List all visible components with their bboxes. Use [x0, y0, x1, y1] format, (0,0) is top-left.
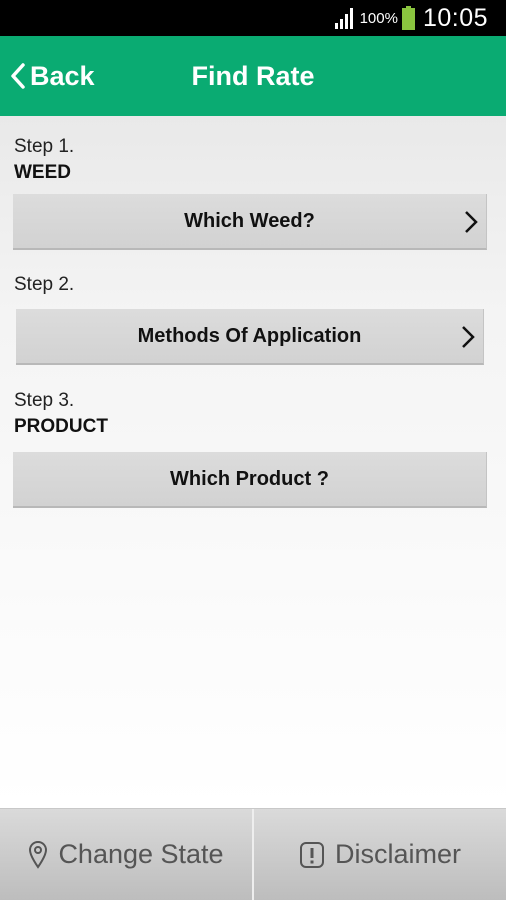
change-state-label: Change State [58, 839, 224, 869]
methods-of-application-label: Methods Of Application [137, 324, 362, 347]
header-bar: Find Rate Back [0, 36, 506, 116]
exclamation-icon [299, 841, 324, 868]
bottom-bar: Change State Disclaimer [0, 808, 506, 900]
clock: 10:05 [422, 3, 488, 32]
battery-icon [401, 6, 415, 30]
which-product-button[interactable]: Which Product ? [13, 452, 487, 508]
chevron-right-icon [462, 326, 475, 348]
chevron-left-icon [11, 63, 25, 89]
step-3-label: Step 3. [14, 390, 75, 411]
change-state-button[interactable]: Change State [0, 809, 252, 900]
signal-icon [334, 8, 353, 29]
step-1-title: WEED [14, 162, 71, 183]
battery-percent: 100% [359, 9, 398, 27]
which-product-label: Which Product ? [170, 467, 329, 490]
location-pin-icon [29, 840, 48, 869]
which-weed-button[interactable]: Which Weed? [13, 194, 487, 250]
methods-of-application-button[interactable]: Methods Of Application [16, 309, 484, 365]
find-rate-form: Step 1. WEED Which Weed? Step 2. Methods… [0, 116, 506, 808]
step-2-label: Step 2. [14, 274, 75, 295]
back-label: Back [30, 60, 95, 91]
step-1-label: Step 1. [14, 136, 75, 157]
back-button[interactable]: Back [10, 36, 95, 116]
chevron-right-icon [465, 211, 478, 233]
disclaimer-button[interactable]: Disclaimer [252, 809, 506, 900]
step-3-title: PRODUCT [14, 416, 108, 437]
disclaimer-label: Disclaimer [334, 839, 461, 869]
status-bar: 100% 10:05 [0, 0, 506, 36]
which-weed-label: Which Weed? [184, 209, 315, 232]
